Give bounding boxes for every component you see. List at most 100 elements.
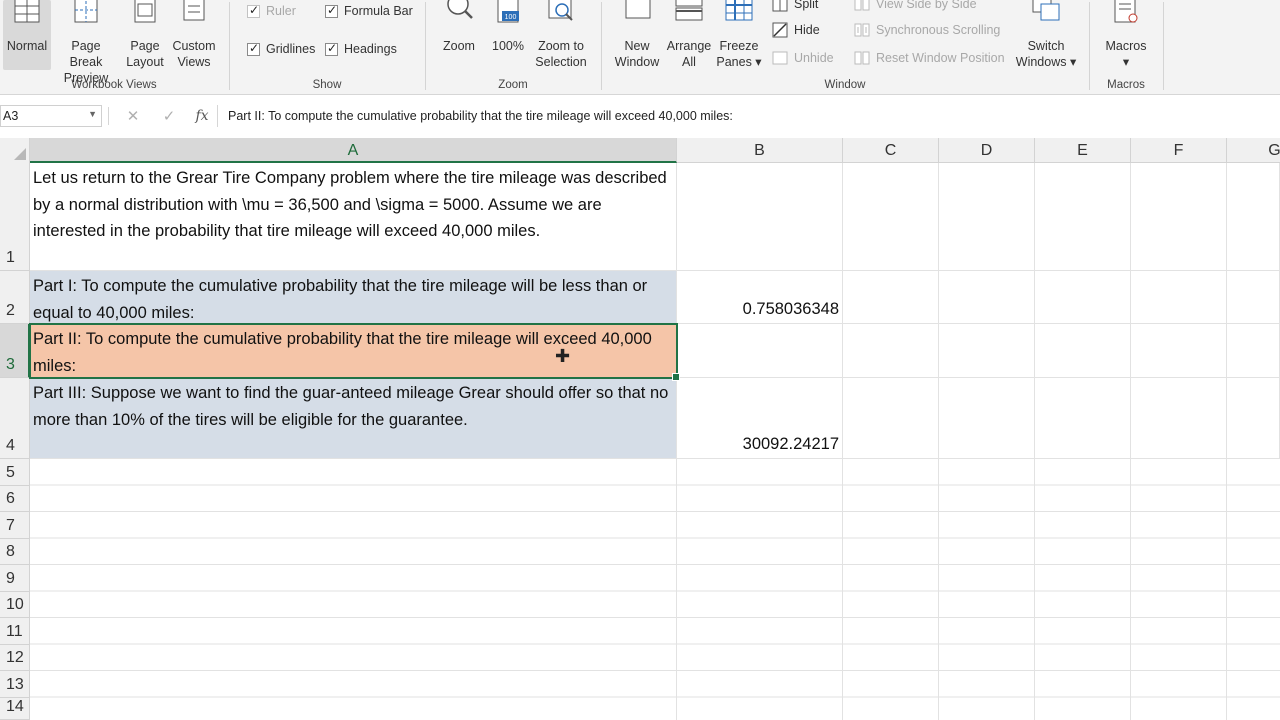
hide-button[interactable]: Hide [772,22,820,38]
cell-g3[interactable] [1227,324,1280,378]
arrange-all-button[interactable]: Arrange All [664,0,714,70]
headings-label: Headings [344,42,397,56]
custom-views-button[interactable]: Custom Views [170,0,218,70]
freeze-panes-label: Freeze Panes ▾ [716,39,762,69]
cell-e3[interactable] [1035,324,1131,378]
page-layout-button[interactable]: Page Layout [124,0,166,70]
column-header-a[interactable]: A [30,138,677,163]
name-box[interactable]: A3 ▼ [0,105,102,127]
macros-button[interactable]: Macros ▾ [1102,0,1150,70]
ruler-checkbox[interactable]: Ruler [247,3,296,18]
cell-f4[interactable] [1131,378,1227,459]
insert-function-icon[interactable]: fx [187,108,217,124]
cell-b1[interactable] [677,163,843,271]
ruler-label: Ruler [266,4,296,18]
cell-a2[interactable]: Part I: To compute the cumulative probab… [30,271,677,324]
row-header-8[interactable]: 8 [0,538,30,565]
cell-a3[interactable]: Part II: To compute the cumulative proba… [30,324,677,378]
unhide-icon [772,51,788,65]
page-break-preview-button[interactable]: Page Break Preview [54,0,118,86]
cell-d1[interactable] [939,163,1035,271]
cell-e2[interactable] [1035,271,1131,324]
column-header-g[interactable]: G [1227,138,1280,163]
reset-window-position-button[interactable]: Reset Window Position [854,50,1005,66]
magnifier-icon [447,0,473,19]
row-header-5[interactable]: 5 [0,459,30,486]
column-header-d[interactable]: D [939,138,1035,163]
row-header-1[interactable]: 1 [0,163,30,271]
cell-b4[interactable]: 30092.24217 [677,378,843,459]
cell-b3[interactable] [677,324,843,378]
row-header-2[interactable]: 2 [0,271,30,324]
zoom-100-badge: 100 [505,14,517,21]
page-layout-icon [134,0,156,23]
switch-windows-label: Switch Windows ▾ [1015,39,1077,69]
cell-g1[interactable] [1227,163,1280,271]
row-header-10[interactable]: 10 [0,591,30,618]
column-header-e[interactable]: E [1035,138,1131,163]
switch-windows-button[interactable]: Switch Windows ▾ [1014,0,1078,70]
formula-bar-checkbox[interactable]: Formula Bar [325,3,413,18]
cell-f1[interactable] [1131,163,1227,271]
cell-c4[interactable] [843,378,939,459]
cell-a4[interactable]: Part III: Suppose we want to find the gu… [30,378,677,459]
unhide-button[interactable]: Unhide [772,50,834,66]
cell-c1[interactable] [843,163,939,271]
cell-e4[interactable] [1035,378,1131,459]
window-group: New Window Arrange All Freeze Panes ▾ Sp… [602,0,1088,95]
chevron-down-icon[interactable]: ▼ [88,109,97,119]
row-header-11[interactable]: 11 [0,618,30,645]
show-group: Ruler Formula Bar Gridlines Headings Sho… [230,0,424,95]
ruler-checkbox-box [247,3,260,18]
view-side-by-side-button[interactable]: View Side by Side [854,0,977,12]
synchronous-scrolling-button[interactable]: Synchronous Scrolling [854,22,1000,38]
ribbon-separator [1163,2,1164,90]
column-header-b[interactable]: B [677,138,843,163]
zoom-label: Zoom [443,39,475,53]
switch-windows-icon [1032,0,1060,21]
row-header-6[interactable]: 6 [0,485,30,512]
cell-d3[interactable] [939,324,1035,378]
column-header-c[interactable]: C [843,138,939,163]
new-window-button[interactable]: New Window [612,0,662,70]
row-header-9[interactable]: 9 [0,565,30,592]
cell-c2[interactable] [843,271,939,324]
cell-b2[interactable]: 0.758036348 [677,271,843,324]
row-header-3[interactable]: 3 [0,324,30,378]
row-header-4[interactable]: 4 [0,378,30,459]
cell-d2[interactable] [939,271,1035,324]
select-all-button[interactable] [0,138,30,163]
cell-a1[interactable]: Let us return to the Grear Tire Company … [30,163,677,271]
arrange-all-icon [675,0,703,21]
formula-input[interactable]: Part II: To compute the cumulative proba… [217,105,1280,127]
row-header-12[interactable]: 12 [0,644,30,671]
zoom-button[interactable]: Zoom [436,0,482,54]
cell-f2[interactable] [1131,271,1227,324]
row-header-13[interactable]: 13 [0,671,30,698]
cancel-icon[interactable]: ✕ [115,107,151,125]
column-header-f[interactable]: F [1131,138,1227,163]
enter-icon[interactable]: ✓ [151,107,187,125]
formula-bar-label: Formula Bar [344,4,413,18]
cell-f3[interactable] [1131,324,1227,378]
cell-e1[interactable] [1035,163,1131,271]
new-window-label: New Window [614,39,660,69]
gridlines-checkbox[interactable]: Gridlines [247,41,315,56]
cell-g2[interactable] [1227,271,1280,324]
cell-c3[interactable] [843,324,939,378]
headings-checkbox[interactable]: Headings [325,41,397,56]
row-header-14[interactable]: 14 [0,697,30,720]
view-side-by-side-icon [854,0,870,11]
freeze-panes-button[interactable]: Freeze Panes ▾ [714,0,764,70]
zoom-100-button[interactable]: 100 100% [486,0,530,54]
row-header-7[interactable]: 7 [0,512,30,539]
normal-view-button[interactable]: Normal [3,0,51,70]
split-button[interactable]: Split [772,0,818,12]
zoom-to-selection-button[interactable]: Zoom to Selection [532,0,590,70]
spreadsheet-grid: A B C D E F G 1 2 3 4 5 6 7 8 9 10 11 12… [0,138,1280,720]
normal-view-icon [14,0,40,23]
macros-icon [1114,0,1138,23]
cell-g4[interactable] [1227,378,1280,459]
cell-d4[interactable] [939,378,1035,459]
formula-bar-checkbox-box [325,3,338,18]
